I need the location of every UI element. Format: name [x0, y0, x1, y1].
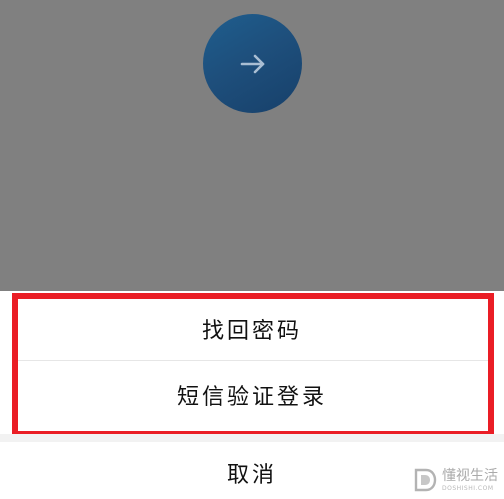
option-label: 找回密码 [201, 319, 302, 344]
next-arrow-button[interactable] [203, 14, 302, 113]
cancel-label: 取消 [226, 462, 277, 488]
sheet-separator [0, 434, 504, 442]
sms-login-option[interactable]: 短信验证登录 [14, 362, 490, 428]
arrow-right-icon [240, 54, 264, 73]
watermark: 懂视生活 DOSHISHI.COM [412, 467, 498, 493]
watermark-subtext: DOSHISHI.COM [442, 484, 494, 492]
watermark-text: 懂视生活 [442, 467, 498, 484]
option-label: 短信验证登录 [176, 385, 327, 410]
option-divider [14, 360, 490, 361]
retrieve-password-option[interactable]: 找回密码 [14, 298, 490, 360]
logo-icon [414, 468, 437, 492]
